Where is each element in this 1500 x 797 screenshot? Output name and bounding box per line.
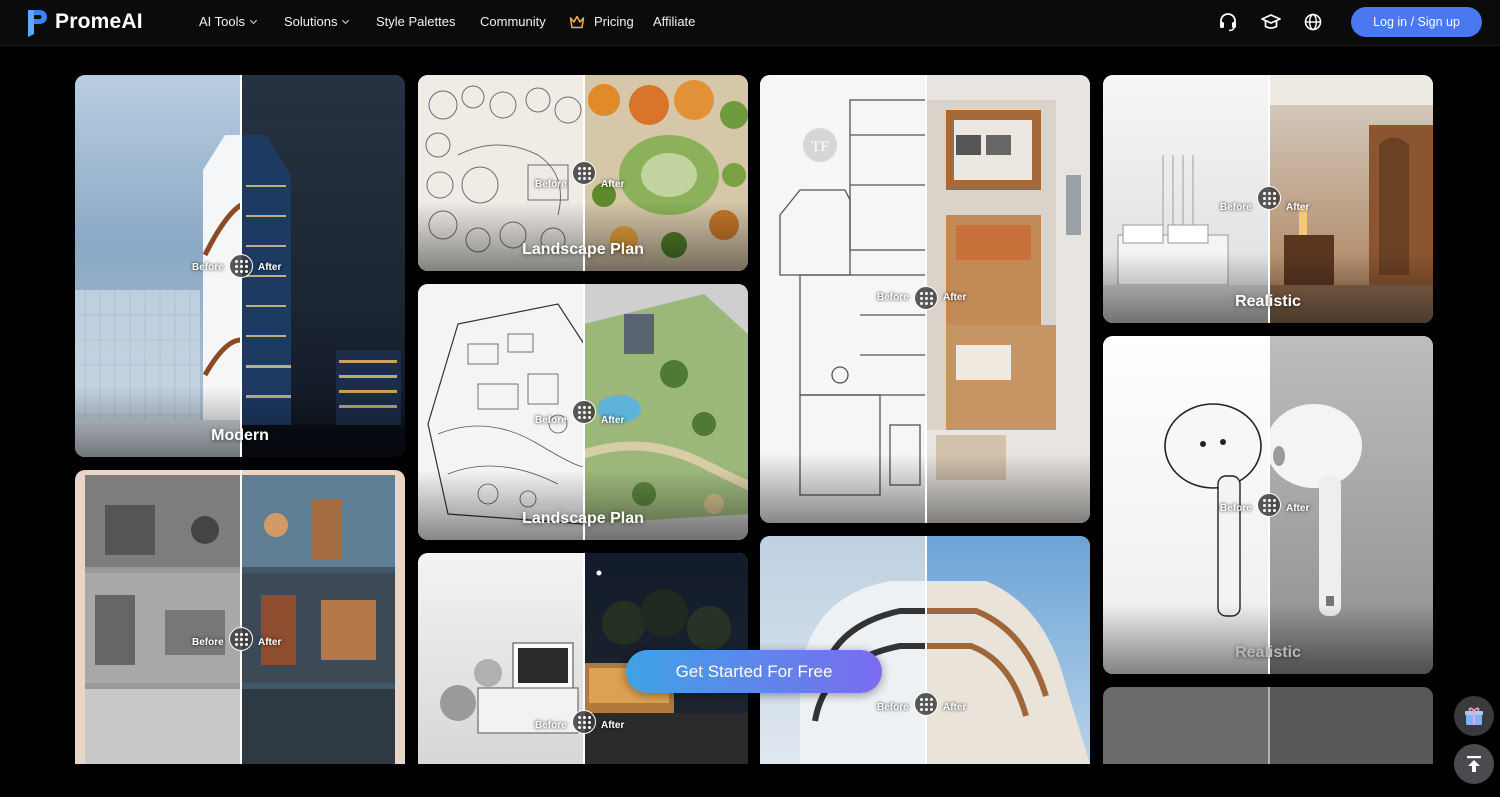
promeai-logo-icon: [28, 10, 47, 37]
nav-community-label: Community: [480, 14, 546, 29]
brand-name: PromeAI: [55, 10, 143, 33]
compare-handle-icon[interactable]: [1257, 186, 1281, 210]
compare-divider[interactable]: [240, 470, 242, 764]
compare-handle-icon[interactable]: [914, 286, 938, 310]
after-label: After: [601, 415, 625, 426]
back-to-top-button[interactable]: [1454, 744, 1494, 784]
before-label: Before: [1220, 503, 1252, 514]
after-image: [241, 475, 395, 764]
nav-affiliate[interactable]: Affiliate: [653, 14, 695, 29]
after-label: After: [943, 702, 967, 713]
gift-button[interactable]: [1454, 696, 1494, 736]
compare-handle-icon[interactable]: [229, 254, 253, 278]
login-signup-button[interactable]: Log in / Sign up: [1351, 7, 1482, 37]
after-label: After: [943, 292, 967, 303]
headset-icon[interactable]: [1217, 11, 1239, 33]
gallery-card-floorplan[interactable]: TF Before After: [760, 75, 1090, 523]
nav-ai-tools[interactable]: AI Tools: [199, 14, 258, 29]
house-sketch-image: [440, 642, 579, 734]
graduation-cap-icon[interactable]: [1260, 11, 1282, 33]
before-label: Before: [535, 179, 567, 190]
before-image: [1103, 687, 1269, 764]
before-label: Before: [877, 292, 909, 303]
before-label: Before: [192, 262, 224, 273]
top-navbar: PromeAI AI Tools Solutions Style Palette…: [0, 0, 1500, 46]
get-started-button[interactable]: Get Started For Free: [626, 650, 882, 693]
after-image: [926, 536, 1090, 764]
chevron-down-icon: [249, 16, 258, 24]
compare-divider[interactable]: [1268, 687, 1270, 764]
gallery-card-sketch[interactable]: [1103, 687, 1433, 764]
card-caption: Realistic: [1235, 293, 1301, 310]
nav-solutions-label: Solutions: [284, 14, 338, 29]
nav-pricing[interactable]: Pricing: [569, 14, 634, 29]
card-caption: Landscape Plan: [522, 241, 644, 258]
gallery-card-landscape-plan-1[interactable]: Before After Landscape Plan: [418, 75, 748, 271]
after-label: After: [1286, 503, 1310, 514]
nav-style-palettes[interactable]: Style Palettes: [376, 14, 456, 29]
gallery-card-storyboard[interactable]: Before After: [75, 470, 405, 764]
gallery-card-landscape-plan-2[interactable]: Before After Landscape Plan: [418, 284, 748, 540]
after-label: After: [258, 637, 282, 648]
nav-affiliate-label: Affiliate: [653, 14, 696, 29]
after-label: After: [601, 720, 625, 731]
after-label: After: [601, 179, 625, 190]
before-image: [418, 553, 584, 764]
before-image: [85, 475, 241, 764]
card-caption: Realistic: [1235, 644, 1301, 661]
gallery-card-realistic-earbud[interactable]: Before After Realistic: [1103, 336, 1433, 674]
after-label: After: [1286, 202, 1310, 213]
back-to-top-icon: [1467, 756, 1481, 772]
after-image: [1269, 687, 1433, 764]
after-label: After: [258, 262, 282, 273]
card-caption: Landscape Plan: [522, 510, 644, 527]
nav-solutions[interactable]: Solutions: [284, 14, 350, 29]
compare-handle-icon[interactable]: [572, 161, 596, 185]
nav-community[interactable]: Community: [480, 14, 546, 29]
chevron-down-icon: [342, 16, 350, 24]
globe-icon[interactable]: [1302, 11, 1324, 33]
before-label: Before: [535, 415, 567, 426]
curved-building-render-image: [926, 581, 1090, 764]
nav-pricing-label: Pricing: [594, 14, 634, 29]
gift-icon: [1465, 707, 1483, 725]
page-bottom-fade: [0, 764, 1500, 797]
compare-handle-icon[interactable]: [914, 692, 938, 716]
crown-icon: [569, 15, 585, 28]
storyboard-sketch-image: [85, 475, 241, 764]
compare-handle-icon[interactable]: [572, 710, 596, 734]
nav-style-palettes-label: Style Palettes: [376, 14, 456, 29]
nav-ai-tools-label: AI Tools: [199, 14, 246, 29]
before-label: Before: [192, 637, 224, 648]
compare-handle-icon[interactable]: [572, 400, 596, 424]
before-label: Before: [877, 702, 909, 713]
gallery-card-modern[interactable]: Before After Modern: [75, 75, 405, 457]
card-caption: Modern: [211, 427, 269, 444]
compare-handle-icon[interactable]: [229, 627, 253, 651]
gallery-card-realistic-bedroom[interactable]: Before After Realistic: [1103, 75, 1433, 323]
before-label: Before: [1220, 202, 1252, 213]
before-label: Before: [535, 720, 567, 731]
brand-logo[interactable]: PromeAI: [25, 7, 143, 37]
svg-text:TF: TF: [811, 139, 829, 155]
compare-handle-icon[interactable]: [1257, 493, 1281, 517]
storyboard-color-image: [241, 475, 395, 764]
compare-divider[interactable]: [925, 536, 927, 764]
